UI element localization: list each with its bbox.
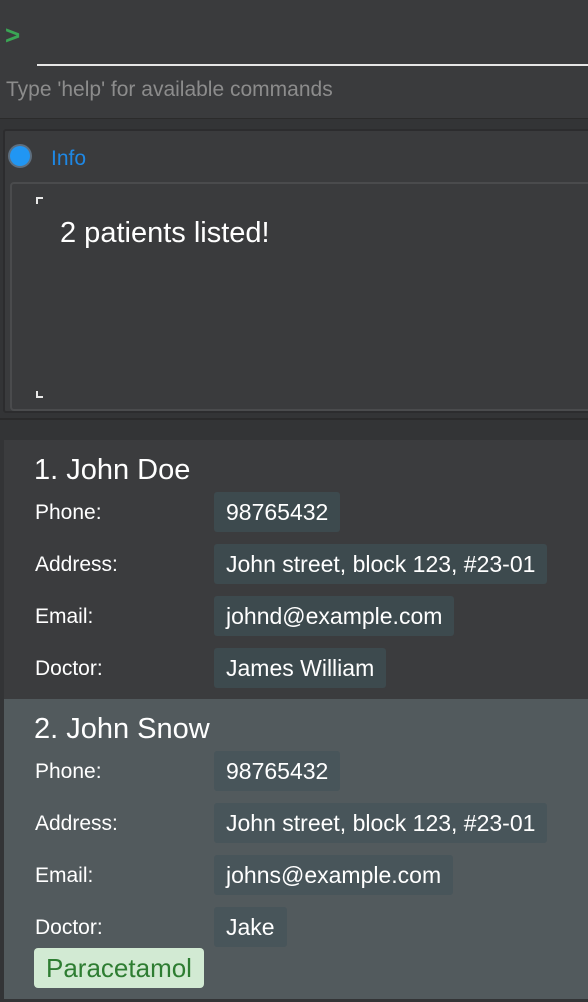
phone-value: 98765432 [214,751,341,791]
doctor-label: Doctor: [35,916,103,939]
patient-card[interactable]: 1. John Doe Phone: 98765432 Address: Joh… [4,440,588,700]
text-cursor-corner-icon [36,197,43,204]
email-label: Email: [35,605,94,628]
command-bar: > Type 'help' for available commands [0,0,588,101]
text-cursor-corner-icon [36,391,43,398]
result-display[interactable]: 2 patients listed! [10,182,588,411]
info-panel: Info 2 patients listed! [0,118,588,419]
result-message: 2 patients listed! [60,217,270,249]
info-tab-label[interactable]: Info [51,147,86,171]
address-label: Address: [35,812,118,835]
doctor-value: James William [214,648,387,688]
email-value: johns@example.com [214,855,454,895]
email-row: Email: johns@example.com [4,855,588,897]
phone-row: Phone: 98765432 [4,492,588,534]
info-container: Info 2 patients listed! [3,129,588,413]
email-row: Email: johnd@example.com [4,596,588,638]
doctor-value: Jake [214,907,287,947]
email-value: johnd@example.com [214,596,455,636]
patient-name: 1. John Doe [34,454,191,486]
address-value: John street, block 123, #23-01 [214,544,548,584]
email-label: Email: [35,864,94,887]
phone-label: Phone: [35,501,102,524]
address-label: Address: [35,553,118,576]
info-radio-icon[interactable] [10,146,30,166]
phone-row: Phone: 98765432 [4,751,588,793]
doctor-row: Doctor: Jake [4,907,588,949]
patient-card-selected[interactable]: 2. John Snow Phone: 98765432 Address: Jo… [4,699,588,999]
command-input[interactable] [37,14,588,66]
address-row: Address: John street, block 123, #23-01 [4,803,588,845]
command-hint: Type 'help' for available commands [6,78,333,101]
prompt-icon: > [5,20,21,50]
doctor-row: Doctor: James William [4,648,588,690]
address-value: John street, block 123, #23-01 [214,803,548,843]
address-row: Address: John street, block 123, #23-01 [4,544,588,586]
patient-list[interactable]: 1. John Doe Phone: 98765432 Address: Joh… [0,418,588,1002]
phone-value: 98765432 [214,492,341,532]
phone-label: Phone: [35,760,102,783]
patient-name: 2. John Snow [34,713,210,745]
doctor-label: Doctor: [35,657,103,680]
medication-tag: Paracetamol [34,948,204,988]
